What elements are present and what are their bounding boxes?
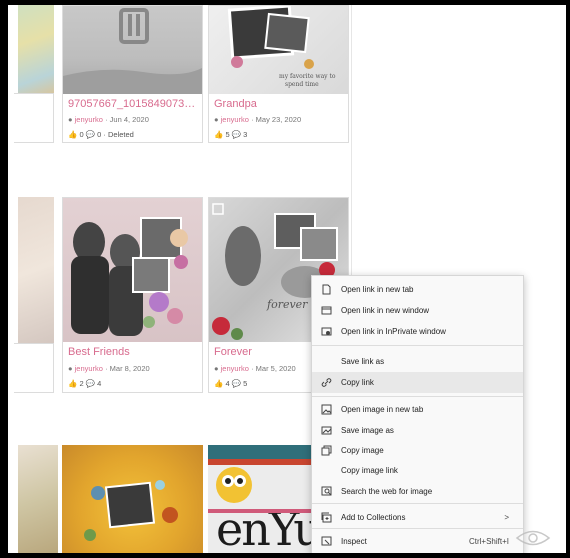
card-date: Jun 4, 2020: [109, 115, 149, 124]
card-meta: ● jenyurko · May 23, 2020: [214, 115, 302, 124]
card-meta: ● jenyurko · Mar 8, 2020: [68, 364, 150, 373]
comments-count: 0: [97, 130, 102, 139]
likes-count: 0: [79, 130, 84, 139]
comments-icon: 💬: [85, 130, 96, 139]
gallery-thumb-partial[interactable]: [18, 445, 58, 553]
card-stats: 👍 4 💬 5: [214, 379, 247, 388]
thumbs-up-icon: 👍: [214, 130, 224, 139]
user-icon: ●: [214, 115, 219, 124]
likes-count: 5: [225, 130, 230, 139]
card-stats: 👍 2 💬 4: [68, 379, 101, 388]
menu-item-open-link-new-window[interactable]: Open link in new window: [312, 300, 523, 321]
select-checkbox: [212, 203, 224, 215]
thumbs-up-icon: 👍: [68, 379, 78, 388]
user-icon: ●: [214, 364, 219, 373]
card-author[interactable]: jenyurko: [221, 115, 249, 124]
inspect-icon: [321, 536, 332, 546]
comments-icon: 💬: [231, 379, 242, 388]
card-author[interactable]: jenyurko: [75, 364, 103, 373]
card-stats: 👍 5 💬 3: [214, 130, 247, 139]
save-image-icon: [321, 426, 332, 435]
new-tab-icon: [322, 284, 331, 295]
card-author[interactable]: jenyurko: [221, 364, 249, 373]
context-menu: Open link in new tab Open link in new wi…: [311, 275, 524, 553]
browser-viewport: 97057667_1015849073286... ● jenyurko · J…: [8, 5, 566, 553]
comments-icon: 💬: [231, 130, 242, 139]
gallery-card[interactable]: Best Friends ● jenyurko · Mar 8, 2020 👍 …: [62, 197, 203, 393]
likes-count: 4: [225, 379, 230, 388]
likes-count: 2: [79, 379, 84, 388]
comments-icon: 💬: [85, 379, 96, 388]
gallery-thumbnail[interactable]: [63, 198, 202, 342]
menu-item-save-link-as[interactable]: Save link as: [312, 351, 523, 372]
deleted-label: Deleted: [108, 130, 134, 139]
owl-mascot: [216, 467, 252, 503]
gallery-thumbnail[interactable]: [62, 445, 203, 553]
menu-separator: [312, 503, 523, 504]
card-meta: ● jenyurko · Jun 4, 2020: [68, 115, 149, 124]
copy-image-icon: [321, 445, 332, 456]
card-title[interactable]: Grandpa: [214, 98, 344, 110]
menu-item-search-web-for-image[interactable]: Search the web for image: [312, 481, 523, 502]
gallery-grid: 97057667_1015849073286... ● jenyurko · J…: [14, 5, 352, 553]
gallery-card-partial: [14, 93, 54, 143]
card-date: Mar 8, 2020: [109, 364, 150, 373]
card-date: Mar 5, 2020: [255, 364, 296, 373]
svg-text:forever: forever: [266, 298, 308, 311]
inprivate-icon: [321, 327, 332, 336]
card-date: May 23, 2020: [255, 115, 302, 124]
comments-count: 5: [243, 379, 248, 388]
card-title[interactable]: Best Friends: [68, 346, 198, 358]
gallery-thumbnail[interactable]: my favorite way to spend time: [209, 6, 348, 94]
user-icon: ●: [68, 364, 73, 373]
menu-item-open-image-new-tab[interactable]: Open image in new tab: [312, 399, 523, 420]
image-tab-icon: [321, 404, 332, 415]
menu-item-copy-image-link[interactable]: Copy image link: [312, 460, 523, 481]
pause-icon: [63, 8, 202, 94]
svg-text:my favorite way to: my favorite way to: [279, 73, 336, 80]
menu-item-copy-link[interactable]: Copy link: [312, 372, 523, 393]
menu-item-copy-image[interactable]: Copy image: [312, 440, 523, 461]
menu-item-open-link-inprivate[interactable]: Open link in InPrivate window: [312, 321, 523, 342]
gallery-card-partial: [14, 343, 54, 393]
card-stats: 👍 0 💬 0 · Deleted: [68, 130, 134, 139]
gallery-thumb-partial[interactable]: [18, 5, 54, 93]
chevron-right-icon: >: [504, 513, 509, 522]
menu-separator: [312, 345, 523, 346]
card-author[interactable]: jenyurko: [75, 115, 103, 124]
menu-item-inspect[interactable]: Inspect Ctrl+Shift+I: [312, 531, 523, 552]
menu-separator: [312, 396, 523, 397]
link-icon: [321, 378, 332, 387]
card-meta: ● jenyurko · Mar 5, 2020: [214, 364, 296, 373]
search-image-icon: [321, 486, 332, 496]
gallery-card[interactable]: my favorite way to spend time Grandpa ● …: [208, 5, 349, 143]
menu-item-open-link-new-tab[interactable]: Open link in new tab: [312, 279, 523, 300]
gallery-thumbnail[interactable]: [63, 6, 202, 94]
thumbs-up-icon: 👍: [214, 379, 224, 388]
menu-separator: [312, 528, 523, 529]
svg-text:spend time: spend time: [285, 81, 319, 88]
thumbs-up-icon: 👍: [68, 130, 78, 139]
menu-item-add-to-collections[interactable]: Add to Collections >: [312, 507, 523, 528]
watermark-eye-icon: [515, 530, 551, 546]
comments-count: 4: [97, 379, 102, 388]
menu-item-save-image-as[interactable]: Save image as: [312, 420, 523, 441]
inspect-shortcut: Ctrl+Shift+I: [468, 537, 509, 546]
new-window-icon: [321, 306, 332, 315]
user-icon: ●: [68, 115, 73, 124]
card-title[interactable]: 97057667_1015849073286...: [68, 98, 198, 110]
gallery-card[interactable]: 97057667_1015849073286... ● jenyurko · J…: [62, 5, 203, 143]
gallery-thumb-partial[interactable]: [18, 197, 54, 343]
collections-icon: [321, 512, 332, 523]
comments-count: 3: [243, 130, 248, 139]
